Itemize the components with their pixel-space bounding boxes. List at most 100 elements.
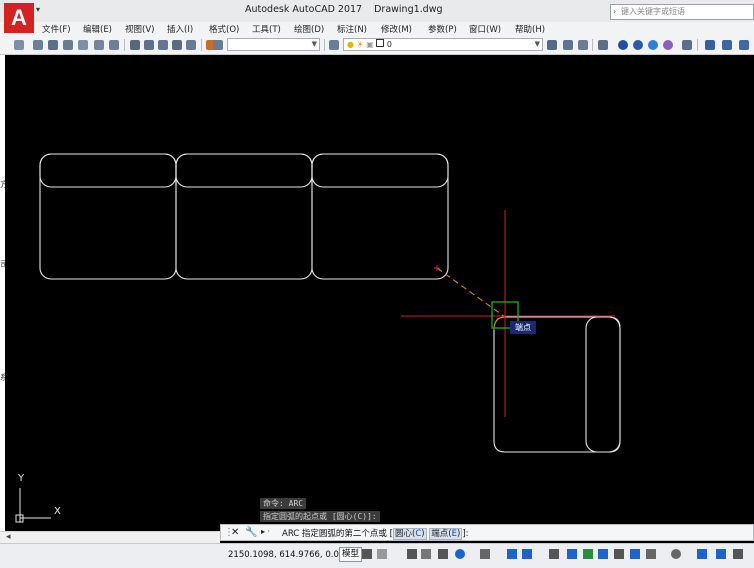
render-icon[interactable] [633,40,643,50]
prompt-suffix: ]: [462,529,469,539]
lights-icon[interactable] [682,40,692,50]
new-drawing-icon[interactable] [14,40,24,50]
auto-scale-icon[interactable] [716,549,726,559]
pan-icon[interactable] [598,40,608,50]
recent-commands-icon[interactable]: ▸ · [261,527,270,536]
object-snap-tracking-icon[interactable] [507,549,517,559]
sofa-seat-2[interactable] [175,153,313,280]
3d-osnap-icon[interactable] [598,549,608,559]
layer-isolate-icon[interactable] [172,40,182,50]
plot-icon[interactable] [94,40,104,50]
sofa-corner-armrest[interactable] [585,316,621,453]
toolbar-separator [124,39,125,51]
polar-tracking-icon[interactable] [455,549,465,559]
dynamic-input-icon[interactable] [421,549,431,559]
close-icon[interactable]: ✕ [231,527,239,538]
drawing-canvas[interactable]: Y X [5,55,754,531]
style-combo[interactable]: ▼ [227,38,320,51]
sofa-back-cushion-3[interactable] [311,153,449,188]
wrench-icon[interactable]: 🔧 [245,527,257,538]
open-icon[interactable] [33,40,43,50]
command-line[interactable]: ⋮ ✕ 🔧 ▸ · ARC 指定圆弧的第二个点或 [圆心(C) 端点(E)]: [220,524,754,541]
menu-modify[interactable]: 修改(M) [381,23,412,35]
ortho-icon[interactable] [438,549,448,559]
visual-style-icon[interactable] [618,40,628,50]
publish-icon[interactable] [109,40,119,50]
menu-bar: 文件(F) 编辑(E) 视图(V) 插入(I) 格式(O) 工具(T) 绘图(D… [0,22,754,37]
make-object-layer-icon[interactable] [144,40,154,50]
workspace-icon[interactable] [733,549,743,559]
menu-help[interactable]: 帮助(H) [515,23,545,35]
menu-edit[interactable]: 编辑(E) [83,23,112,35]
quick-access-dropdown-icon[interactable]: ▾ [36,5,46,17]
sofa-back-cushion-1[interactable] [39,153,177,188]
toolbar: ▼ ● ☀ ▣ 0 ▼ [0,36,754,55]
layer-off-icon[interactable] [158,40,168,50]
layer-state-icon[interactable] [563,40,573,50]
layer-freeze-icon[interactable] [186,40,196,50]
layer-walk-icon[interactable] [578,40,588,50]
sphere-icon[interactable] [648,40,658,50]
sofa-seat-3[interactable] [311,153,449,280]
menu-draw[interactable]: 绘图(D) [294,23,324,35]
scroll-left-icon[interactable]: ◂ [6,532,11,542]
ucs-view-icon[interactable] [739,40,749,50]
command-history-line: 命令: ARC [260,498,307,509]
layer-previous-icon[interactable] [213,40,223,50]
ucs-y-label: Y [18,473,25,484]
isometric-icon[interactable] [480,549,490,559]
annotation-scale-icon[interactable] [697,549,707,559]
lineweight-icon[interactable] [549,549,559,559]
selection-cycling-icon[interactable] [583,549,593,559]
option-center[interactable]: 圆心(C) [392,528,427,540]
menu-view[interactable]: 视图(V) [125,23,154,35]
ucs-world-icon[interactable] [722,40,732,50]
menu-window[interactable]: 窗口(W) [469,23,501,35]
toolbar-separator [592,39,593,51]
drawing-svg [15,153,621,523]
ucs-x-label: X [54,506,61,517]
application-menu-button[interactable]: A [4,3,34,33]
layout-icon[interactable] [78,40,88,50]
menu-tools[interactable]: 工具(T) [252,23,281,35]
sofa-three-seat[interactable] [39,153,449,280]
layer-properties-icon[interactable] [329,40,339,50]
sofa-back-cushion-2[interactable] [175,153,313,188]
infer-constraints-icon[interactable] [407,549,417,559]
menu-dimension[interactable]: 标注(N) [337,23,367,35]
dynamic-ucs-icon[interactable] [614,549,624,559]
selection-filter-icon[interactable] [630,549,640,559]
material-icon[interactable] [663,40,673,50]
search-input[interactable]: › 键入关键字或短语 [610,4,754,20]
sofa-seat-1[interactable] [39,153,177,280]
ucs-icon [15,488,51,523]
chevron-right-icon: › [613,7,617,16]
command-prompt[interactable]: ARC 指定圆弧的第二个点或 [圆心(C) 端点(E)]: [282,527,469,540]
grid-icon[interactable] [362,549,372,559]
object-snap-icon[interactable] [522,549,532,559]
make-current-icon[interactable] [547,40,557,50]
option-endpoint[interactable]: 端点(E) [429,528,463,540]
layer-combo[interactable]: ● ☀ ▣ 0 ▼ [343,38,543,51]
toolbar-separator [324,39,325,51]
print-icon[interactable] [63,40,73,50]
annotation-visibility-icon[interactable] [671,549,681,559]
match-properties-icon[interactable] [130,40,140,50]
save-icon[interactable] [48,40,58,50]
transparency-icon[interactable] [567,549,577,559]
window-title: Autodesk AutoCAD 2017 Drawing1.dwg [245,4,443,15]
file-name: Drawing1.dwg [374,4,443,15]
crosshair-cursor [401,210,615,417]
menu-parameters[interactable]: 参数(P) [428,23,457,35]
model-space-button[interactable]: 模型 [339,547,363,562]
ucs-icon[interactable] [705,40,715,50]
gizmo-icon[interactable] [646,549,656,559]
color-swatch-icon [376,39,385,47]
menu-insert[interactable]: 插入(I) [167,23,193,35]
menu-format[interactable]: 格式(O) [209,23,239,35]
menu-file[interactable]: 文件(F) [42,23,71,35]
coordinate-readout: 2150.1098, 614.9766, 0.0000 [228,550,356,560]
sofa-corner-seat[interactable] [493,316,621,453]
sofa-corner-piece[interactable] [493,316,621,453]
snap-mode-icon[interactable] [377,549,387,559]
